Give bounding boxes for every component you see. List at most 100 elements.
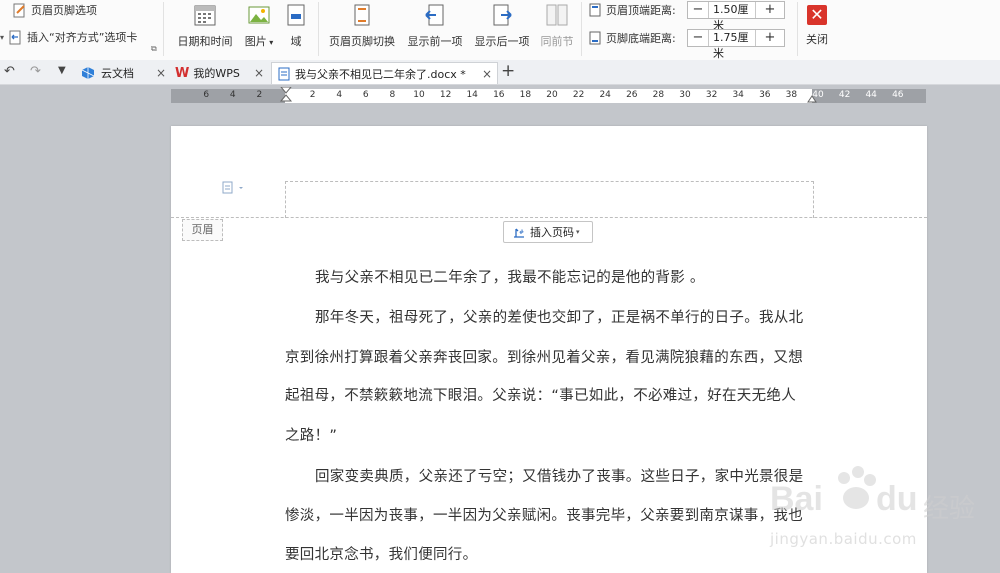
right-indent-marker-icon[interactable] <box>806 91 818 103</box>
header-top-distance-input[interactable]: 1.50厘米 <box>708 2 756 32</box>
document-edit-icon <box>13 3 25 17</box>
quick-access-dropdown-icon[interactable]: ▼ <box>58 65 66 76</box>
insert-page-number-button[interactable]: # 插入页码 ▾ <box>503 221 593 243</box>
divider <box>163 2 164 56</box>
align-tab-icon <box>9 30 21 44</box>
footer-bottom-distance-input[interactable]: 1.75厘米 <box>708 30 756 60</box>
close-label: 关闭 <box>806 33 828 46</box>
insert-align-tab-button[interactable]: ▾ 插入“对齐方式”选项卡 <box>0 29 137 45</box>
tab-my-wps[interactable]: W 我的WPS × <box>170 62 270 84</box>
ruler-tick-label: 36 <box>759 90 771 100</box>
decrease-button[interactable]: − <box>688 2 708 18</box>
ruler-tick-label: 12 <box>439 90 452 100</box>
ruler-tick-label: 2 <box>309 90 316 100</box>
document-tab-bar: ↶ ↷ ▼ 云文档 × W 我的WPS × 我与父亲不相见已二年余了.docx … <box>0 60 1000 85</box>
tab-close-icon[interactable]: × <box>254 66 264 80</box>
ruler-tick-label: 4 <box>336 90 343 100</box>
divider <box>797 2 798 56</box>
ruler-tick-label: 26 <box>626 90 638 100</box>
picture-label: 图片 <box>244 35 267 48</box>
calendar-icon <box>194 5 216 26</box>
body-paragraph-line: 要回北京念书，我们便同行。 <box>285 547 478 563</box>
show-previous-label: 显示前一项 <box>407 35 463 48</box>
body-paragraph-line: 回家变卖典质，父亲还了亏空；又借钱办了丧事。这些日子，家中光景很是 <box>315 469 804 485</box>
insert-align-tab-label: 插入“对齐方式”选项卡 <box>27 31 138 44</box>
ruler-tick-label: 30 <box>679 90 691 100</box>
baidu-jingyan-watermark: Bai du 经验 jingyan.baidu.com <box>770 466 995 556</box>
ruler-tick-label: 24 <box>599 90 611 100</box>
date-time-label: 日期和时间 <box>177 35 233 48</box>
body-paragraph-line: 那年冬天，祖母死了，父亲的差使也交卸了，正是祸不单行的日子。我从北 <box>315 310 804 326</box>
ruler-tick-label: 6 <box>203 90 210 100</box>
increase-button[interactable]: + <box>756 30 784 46</box>
tab-close-icon[interactable]: × <box>156 66 166 80</box>
ruler-tick-label: 10 <box>413 90 425 100</box>
tab-label: 我的WPS <box>193 67 240 80</box>
increase-button[interactable]: + <box>756 2 784 18</box>
tab-close-icon[interactable]: × <box>482 67 492 81</box>
ruler-tick-label: 42 <box>838 90 851 100</box>
ruler-tick-label: 20 <box>546 90 558 100</box>
tab-cloud-docs[interactable]: 云文档 × <box>76 62 168 84</box>
divider <box>318 2 319 56</box>
header-footer-options-label: 页眉页脚选项 <box>31 4 97 17</box>
ruler-tick-label: 6 <box>362 90 369 100</box>
ruler-tick-label: 44 <box>865 90 877 100</box>
redo-icon[interactable]: ↷ <box>30 64 41 79</box>
field-label: 域 <box>290 35 302 48</box>
tab-label: 我与父亲不相见已二年余了.docx * <box>295 67 466 81</box>
dialog-launcher-icon[interactable]: ⧉ <box>151 44 157 54</box>
dropdown-arrow-icon: ▾ <box>0 32 5 42</box>
header-top-distance-row: 页眉顶端距离: <box>588 2 676 18</box>
header-top-distance-stepper[interactable]: − 1.50厘米 + <box>687 1 785 32</box>
watermark-brand: Bai <box>770 480 823 518</box>
ruler-tick-label: 14 <box>466 90 478 100</box>
header-top-distance-label: 页眉顶端距离: <box>606 4 676 17</box>
ruler-tick-label: 18 <box>519 90 532 100</box>
baidu-paw-icon <box>838 466 876 509</box>
footer-bottom-distance-label: 页脚底端距离: <box>606 32 676 45</box>
show-next-label: 显示后一项 <box>474 35 530 48</box>
word-document-icon <box>278 67 290 80</box>
tab-active-document[interactable]: 我与父亲不相见已二年余了.docx * × <box>271 62 498 84</box>
divider <box>581 2 582 56</box>
ruler-tick-label: 28 <box>652 90 665 100</box>
ruler-tick-label: 22 <box>572 90 585 100</box>
indent-marker-icon[interactable] <box>279 87 293 105</box>
dropdown-arrow-icon: ▾ <box>266 38 274 47</box>
same-as-previous-button[interactable]: 同前节 <box>537 2 577 49</box>
body-paragraph-line: 惨淡，一半因为丧事，一半因为父亲赋闲。丧事完毕，父亲要到南京谋事，我也 <box>285 508 803 524</box>
picture-button[interactable]: 图片 ▾ <box>240 2 278 49</box>
decrease-button[interactable]: − <box>688 30 708 46</box>
body-paragraph-line: 京到徐州打算跟着父亲奔丧回家。到徐州见着父亲，看见满院狼藉的东西，又想 <box>285 350 803 366</box>
header-footer-options-button[interactable]: 页眉页脚选项 <box>12 2 97 18</box>
header-footer-switch-label: 页眉页脚切换 <box>329 35 395 48</box>
insert-page-number-label: 插入页码 <box>530 226 574 239</box>
field-button[interactable]: 域 <box>282 2 310 49</box>
tab-label: 云文档 <box>101 67 134 80</box>
close-header-footer-button[interactable]: ✕ 关闭 <box>802 2 832 47</box>
page-number-icon: # <box>514 228 524 238</box>
show-next-button[interactable]: 显示后一项 <box>471 2 533 49</box>
ruler-tick-label: 8 <box>389 90 396 100</box>
header-footer-switch-button[interactable]: 页眉页脚切换 <box>326 2 398 49</box>
dropdown-arrow-icon: ▾ <box>576 228 580 236</box>
document-options-icon[interactable] <box>222 181 248 195</box>
show-next-icon <box>493 4 512 26</box>
header-tag-label: 页眉 <box>182 219 223 241</box>
undo-icon[interactable]: ↶ <box>4 64 15 79</box>
body-paragraph-line: 我与父亲不相见已二年余了，我最不能忘记的是他的背影 。 <box>315 270 705 286</box>
date-time-button[interactable]: 日期和时间 <box>174 2 236 49</box>
header-boundary-line <box>171 217 927 218</box>
picture-icon <box>248 6 270 24</box>
ruler-tick-label: 16 <box>493 90 505 100</box>
ruler-tick-label: 38 <box>785 90 798 100</box>
footer-bottom-distance-stepper[interactable]: − 1.75厘米 + <box>687 29 785 60</box>
header-region[interactable] <box>285 181 814 218</box>
show-previous-button[interactable]: 显示前一项 <box>404 2 466 49</box>
show-previous-icon <box>425 4 444 26</box>
new-tab-button[interactable]: + <box>501 61 515 81</box>
same-as-previous-icon <box>546 4 568 26</box>
header-distance-icon <box>589 3 601 17</box>
footer-distance-icon <box>589 31 601 45</box>
